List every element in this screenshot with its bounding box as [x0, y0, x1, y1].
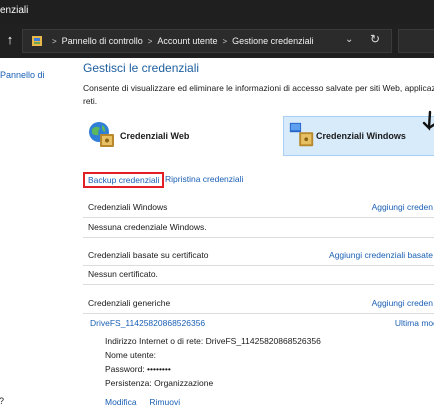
chevron-right-icon: > [222, 37, 228, 46]
breadcrumb-item-control-panel[interactable]: Pannello di controllo [62, 36, 143, 46]
divider [83, 284, 434, 285]
backup-credentials-link[interactable]: Backup credenziali [83, 172, 165, 188]
page-title: Gestisci le credenziali [83, 61, 200, 75]
empty-state-text: Nessun certificato. [88, 269, 158, 279]
credential-name[interactable]: DriveFS_11425820868526356 [90, 318, 205, 328]
section-title: Credenziali basate su certificato [88, 250, 209, 260]
edit-credential-link[interactable]: Modifica [105, 397, 137, 407]
add-certificate-credential-link[interactable]: Aggiungi credenziali basate [329, 250, 433, 260]
vault-windows-label: Credenziali Windows [316, 131, 406, 141]
sidebar-bottom-text: ? [0, 396, 4, 406]
vault-web-credentials-tab[interactable]: Credenziali Web [87, 118, 237, 158]
refresh-icon[interactable]: ↻ [370, 32, 380, 46]
divider [83, 237, 434, 238]
window-title: enziali [0, 5, 29, 16]
vault-windows-credentials-tab[interactable]: Credenziali Windows [283, 116, 434, 156]
section-title: Credenziali Windows [88, 202, 168, 212]
title-bar: enziali [0, 0, 434, 24]
page-description: Consente di visualizzare ed eliminare le… [83, 83, 434, 106]
credential-username: Nome utente: [105, 350, 157, 360]
backup-restore-actions: Backup credenziali Ripristina credenzial… [83, 172, 263, 188]
empty-state-text: Nessuna credenziale Windows. [88, 222, 207, 232]
credential-modified-date: Ultima modifi [394, 318, 434, 328]
section-title: Credenziali generiche [88, 298, 171, 308]
credential-persistence: Persistenza: Organizzazione [105, 378, 214, 388]
credential-address: Indirizzo Internet o di rete: DriveFS_11… [105, 336, 321, 346]
credential-password: Password: •••••••• [105, 364, 171, 374]
remove-credential-link[interactable]: Rimuovi [149, 397, 180, 407]
chevron-right-icon: > [147, 37, 153, 46]
chevron-down-icon[interactable]: ⌄ [345, 34, 353, 45]
credential-item[interactable]: DriveFS_11425820868526356 Ultima modifi [83, 316, 434, 332]
annotation-arrow-icon [422, 110, 434, 131]
vault-web-label: Credenziali Web [120, 131, 190, 141]
chevron-right-icon: > [52, 37, 57, 46]
section-windows-credentials: Credenziali Windows Aggiungi creden [83, 199, 434, 218]
section-generic-credentials: Credenziali generiche Aggiungi creden [83, 295, 434, 314]
credential-actions: Modifica Rimuovi [105, 397, 180, 407]
breadcrumb: > Pannello di controllo > Account utente > Ge… [47, 36, 314, 46]
windows-vault-icon [289, 122, 314, 147]
breadcrumb-item-user-accounts[interactable]: Account utente [157, 36, 217, 46]
search-input[interactable] [398, 29, 434, 53]
add-generic-credential-link[interactable]: Aggiungi creden [372, 298, 433, 308]
sidebar-item-control-panel[interactable]: Pannello di [0, 70, 45, 80]
section-certificate-credentials: Credenziali basate su certificato Aggiun… [83, 247, 434, 266]
address-bar[interactable]: > Pannello di controllo > Account utente > Ge… [22, 29, 392, 53]
breadcrumb-item-credential-manager[interactable]: Gestione credenziali [232, 36, 314, 46]
globe-vault-icon [89, 122, 114, 147]
restore-credentials-link[interactable]: Ripristina credenziali [165, 174, 243, 184]
add-windows-credential-link[interactable]: Aggiungi creden [372, 202, 433, 212]
navigation-bar: ↑ > Pannello di controllo > Account utente >… [0, 24, 434, 58]
control-panel-icon [32, 36, 42, 46]
up-arrow-icon[interactable]: ↑ [3, 32, 17, 48]
